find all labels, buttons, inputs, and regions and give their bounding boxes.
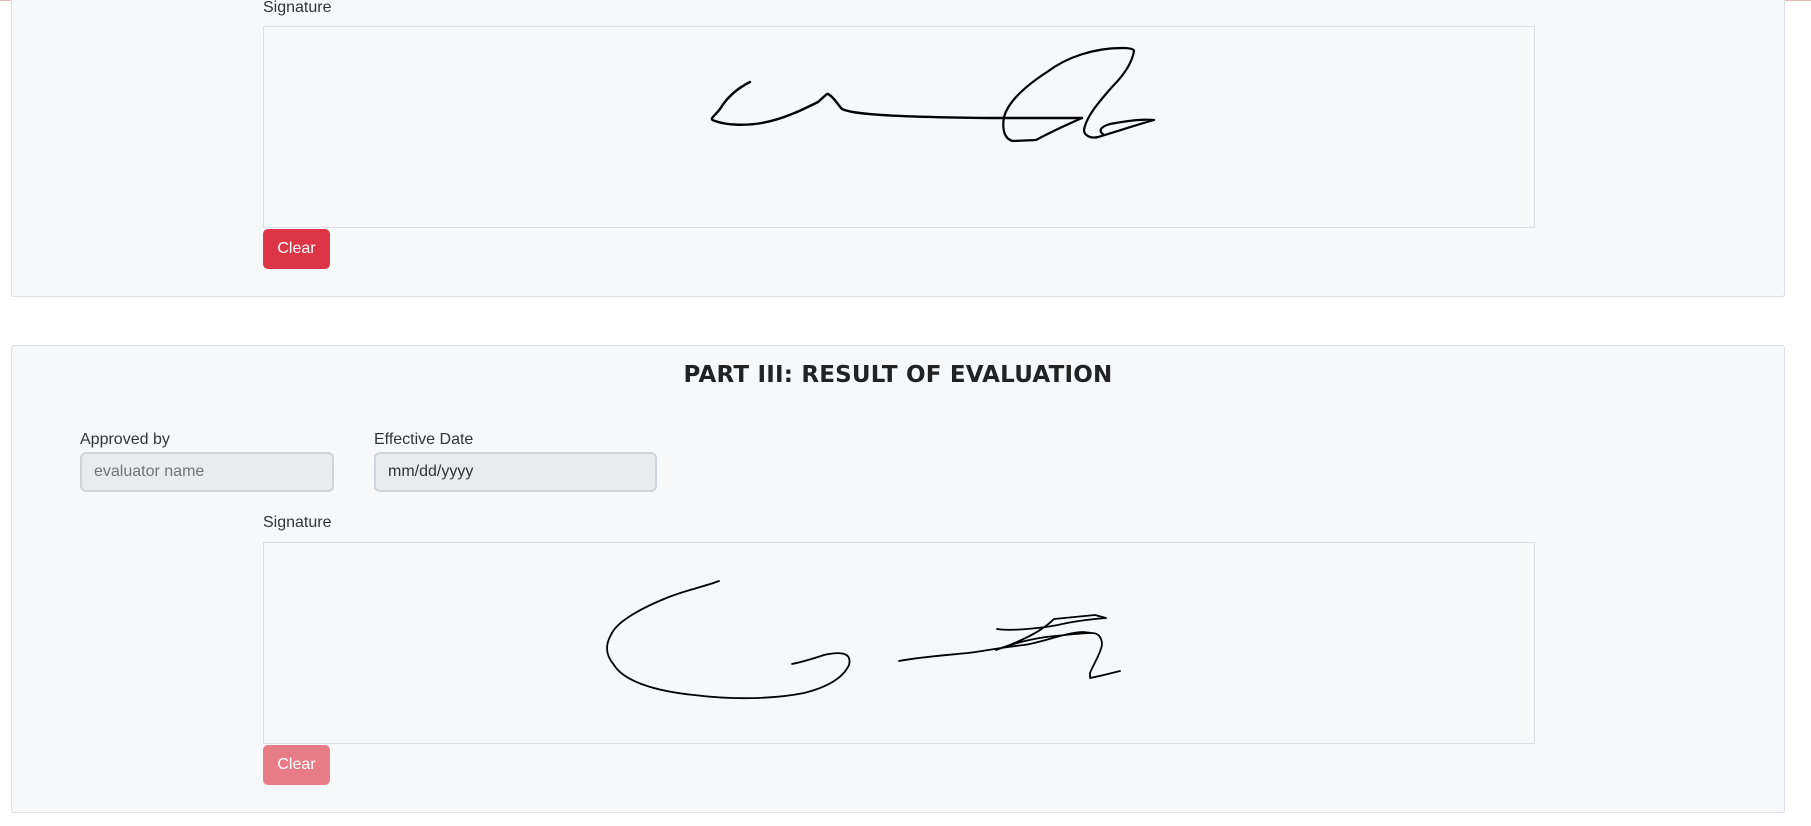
signature-pad-top[interactable] (263, 26, 1535, 228)
effective-date-input[interactable] (374, 452, 657, 492)
approved-by-label: Approved by (80, 431, 170, 448)
approved-by-input[interactable] (80, 452, 334, 492)
signature-drawing (606, 580, 1121, 700)
clear-signature-button-top[interactable]: Clear (263, 229, 330, 269)
effective-date-label: Effective Date (374, 431, 474, 448)
signature-panel-previous: Signature Clear (11, 0, 1785, 297)
signature-label-top: Signature (263, 0, 332, 16)
section-title: PART III: RESULT OF EVALUATION (683, 362, 1113, 388)
signature-drawing-top (710, 46, 1156, 143)
clear-signature-button[interactable]: Clear (263, 745, 330, 785)
result-of-evaluation-panel: PART III: RESULT OF EVALUATION Approved … (11, 345, 1785, 813)
signature-pad[interactable] (263, 542, 1535, 744)
signature-label: Signature (263, 514, 332, 531)
